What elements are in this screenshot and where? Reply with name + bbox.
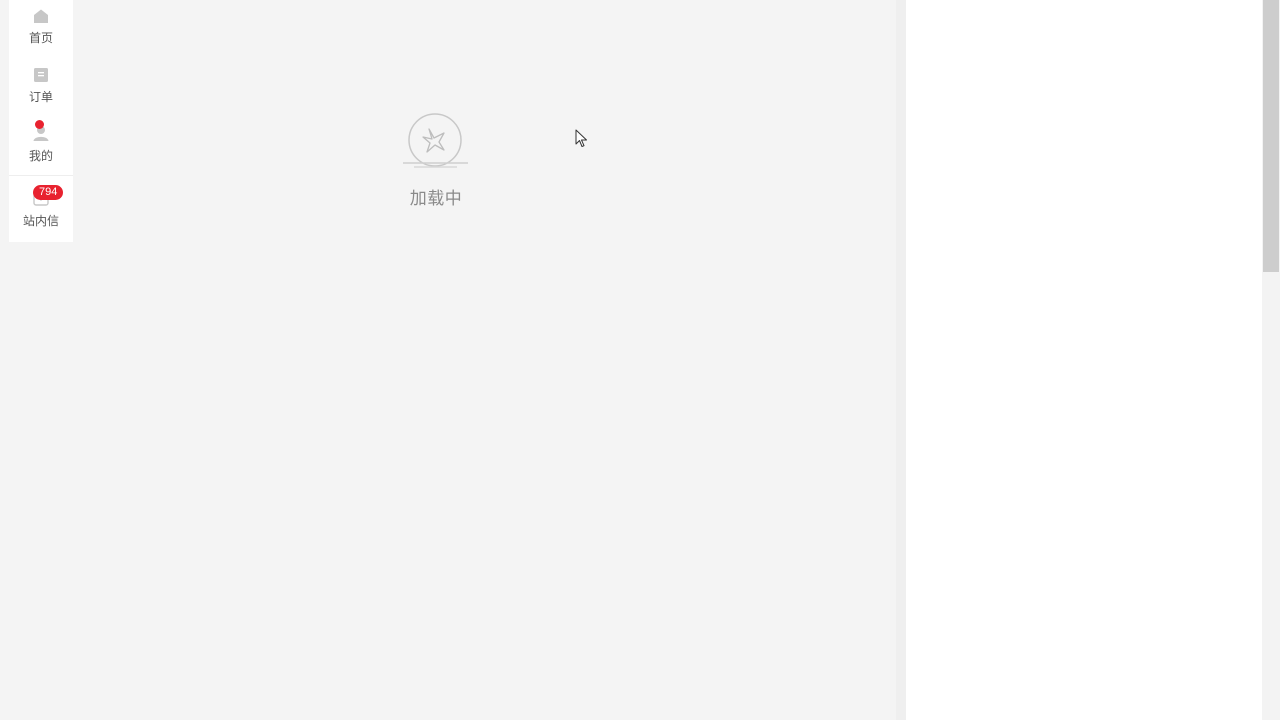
notification-dot xyxy=(35,120,44,129)
scrollbar-thumb[interactable] xyxy=(1263,0,1279,272)
nav-label-messages: 站内信 xyxy=(22,214,59,228)
loading-icon xyxy=(403,113,468,168)
main-content-area xyxy=(0,0,896,720)
home-icon xyxy=(34,9,48,23)
nav-item-home[interactable]: 首页 xyxy=(9,0,73,58)
nav-label-home: 首页 xyxy=(28,31,53,45)
order-icon xyxy=(34,68,48,82)
page: 首页 订单 我的 站内信 794 加载中 xyxy=(0,0,1280,720)
loading-indicator: 加载中 xyxy=(396,112,476,212)
panel-gutter xyxy=(896,0,906,720)
right-panel xyxy=(906,0,1262,720)
nav-label-orders: 订单 xyxy=(28,90,53,104)
nav-label-mine: 我的 xyxy=(28,149,53,163)
loading-text: 加载中 xyxy=(409,189,463,209)
mouse-cursor-icon xyxy=(575,129,587,147)
nav-item-orders[interactable]: 订单 xyxy=(9,58,73,117)
message-count-badge: 794 xyxy=(33,185,64,200)
